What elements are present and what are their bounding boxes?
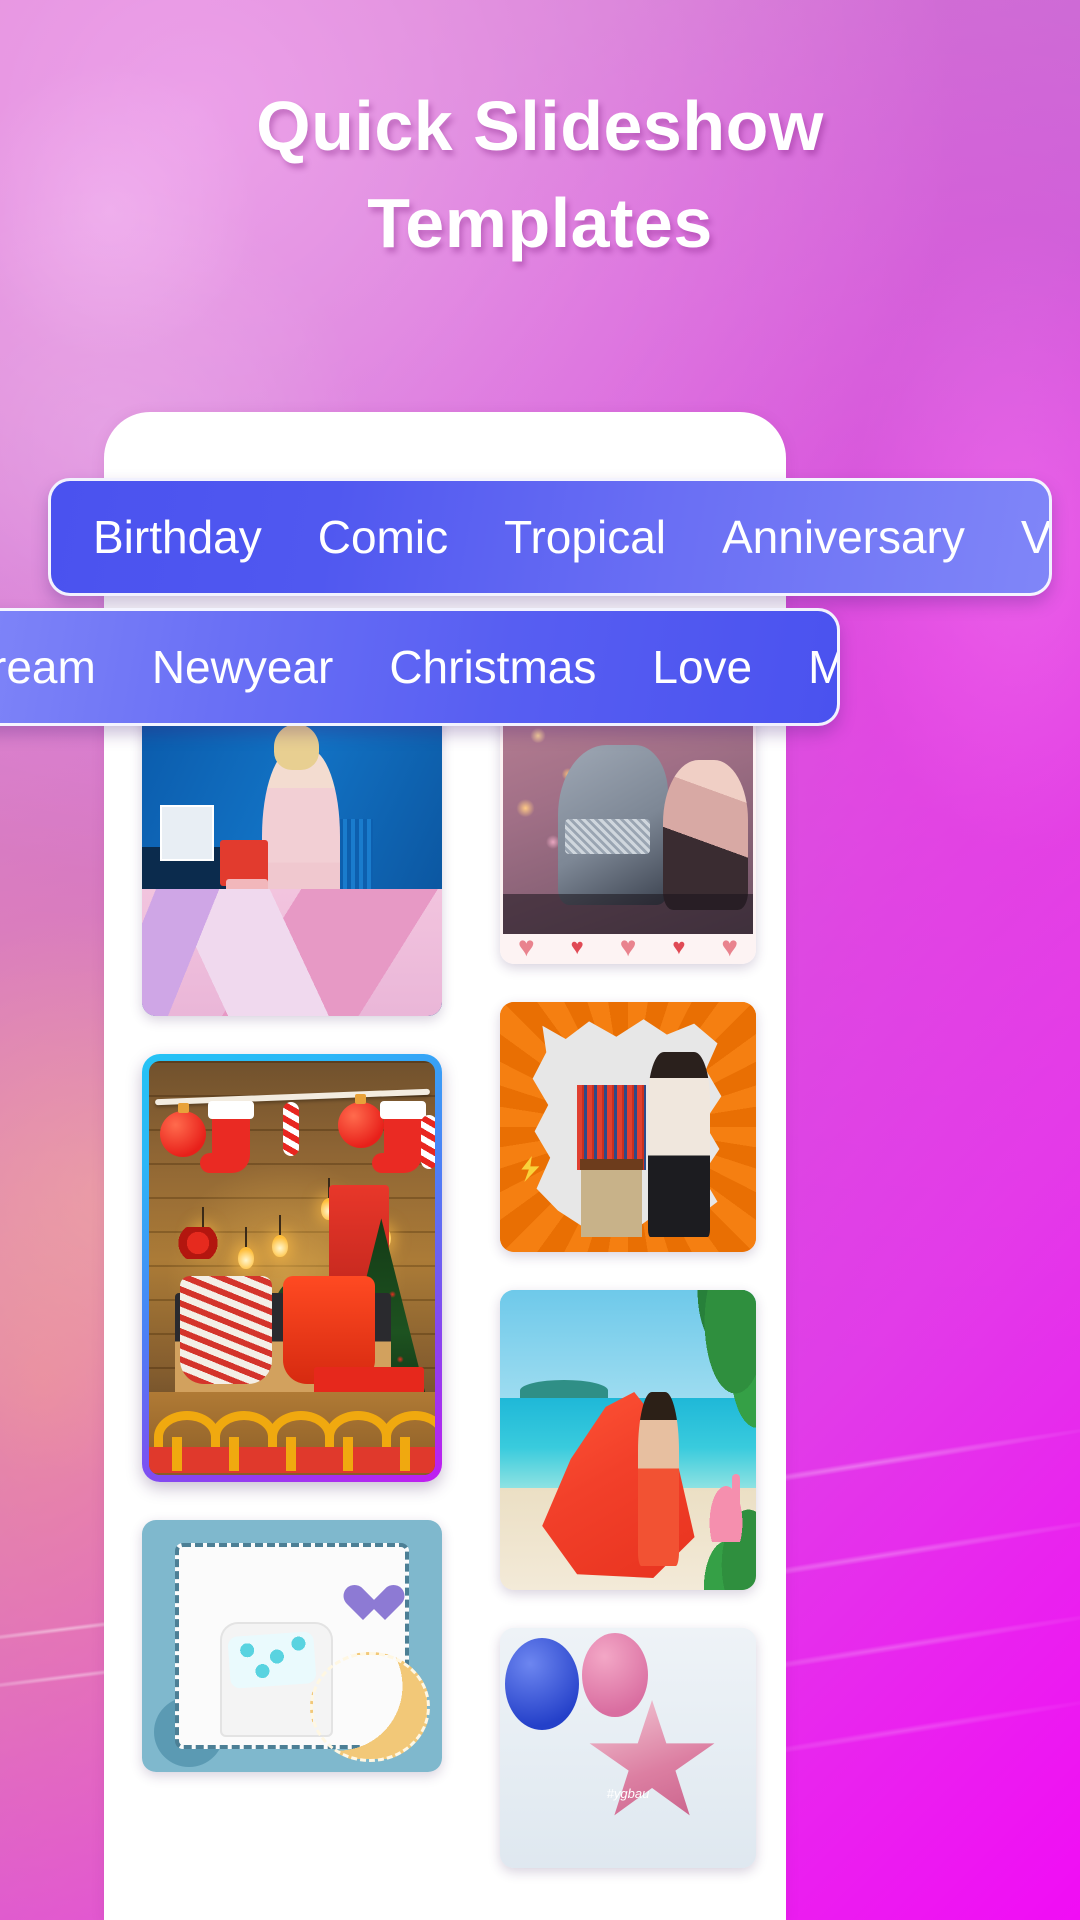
christmas-blanket-left — [180, 1276, 273, 1384]
tab-newyear[interactable]: Newyear — [124, 644, 362, 690]
christmas-stocking-icon — [371, 1100, 426, 1173]
magazine-picture-frame-icon — [160, 804, 214, 862]
love-person-left — [558, 745, 668, 905]
tab-love[interactable]: Love — [624, 644, 780, 690]
templates-column-left — [142, 664, 442, 1810]
tab-birthday[interactable]: Birthday — [65, 514, 290, 560]
palm-leaf-icon — [648, 1290, 756, 1434]
comic-plaid-shirt — [576, 1085, 646, 1171]
christmas-thumbnail — [149, 1061, 435, 1475]
tab-dream[interactable]: ream — [0, 644, 124, 690]
tab-magazine[interactable]: Magazine — [780, 644, 837, 690]
heart-icon: ♥ — [619, 931, 637, 962]
page-title: Quick Slideshow Templates — [0, 78, 1080, 272]
christmas-bow-icon — [149, 1411, 220, 1473]
love-person-right — [663, 759, 748, 910]
tab-comic[interactable]: Comic — [290, 514, 476, 560]
anniversary-pillow — [227, 1631, 317, 1689]
birthday-balloon-text: #ygbau — [606, 1786, 650, 1802]
christmas-stocking-icon — [199, 1100, 254, 1173]
heart-icon: ♥ — [721, 931, 738, 962]
tab-valentine[interactable]: Vale — [993, 514, 1049, 560]
heart-icon: ♥ — [570, 934, 584, 959]
christmas-candycane-icon — [420, 1114, 435, 1169]
category-tab-row-2[interactable]: ream Newyear Christmas Love Magazine — [0, 608, 840, 726]
christmas-bow-icon — [376, 1411, 435, 1473]
magazine-polygon-overlay — [142, 889, 442, 1016]
template-card-birthday[interactable]: #ygbau — [500, 1628, 756, 1868]
tab-tropical[interactable]: Tropical — [476, 514, 694, 560]
christmas-bow-icon — [204, 1411, 277, 1473]
template-card-comic[interactable] — [500, 1002, 756, 1252]
anniversary-heart-icon — [352, 1586, 394, 1626]
comic-person-right — [648, 1052, 710, 1237]
page-title-line-1: Quick Slideshow — [256, 87, 824, 165]
templates-column-right: ♥ ♥ ♥ ♥ ♥ ♥ ♥ ♥ ♥ ♥ — [500, 664, 756, 1906]
heart-icon: ♥ — [518, 931, 535, 962]
comic-belt — [579, 1159, 644, 1171]
christmas-bauble-icon — [337, 1094, 384, 1149]
tropical-thumbnail — [500, 1290, 756, 1590]
love-photo-shadow-strip — [503, 894, 753, 934]
balloon-icon — [581, 1632, 648, 1717]
category-tab-row-1[interactable]: Birthday Comic Tropical Anniversary Vale — [48, 478, 1052, 596]
christmas-poinsettia-icon — [174, 1226, 221, 1259]
templates-grid: ♥ ♥ ♥ ♥ ♥ ♥ ♥ ♥ ♥ ♥ — [104, 648, 786, 1920]
comic-person-left — [576, 1052, 646, 1237]
anniversary-thumbnail — [142, 1520, 442, 1772]
christmas-bow-icon — [261, 1411, 334, 1473]
template-card-anniversary[interactable] — [142, 1520, 442, 1772]
magazine-model-hair — [274, 723, 319, 770]
template-card-christmas[interactable] — [142, 1054, 442, 1482]
christmas-bow-strip — [149, 1392, 435, 1475]
page-title-line-2: Templates — [367, 184, 713, 262]
anniversary-moon-icon — [310, 1651, 430, 1762]
comic-thumbnail — [500, 1002, 756, 1252]
christmas-lightbulb-icon — [271, 1214, 288, 1257]
birthday-thumbnail: #ygbau — [500, 1628, 756, 1868]
flamingo-icon — [705, 1474, 746, 1542]
love-heart-row-bottom: ♥ ♥ ♥ ♥ ♥ — [500, 931, 756, 962]
heart-icon: ♥ — [672, 934, 686, 959]
tab-christmas[interactable]: Christmas — [361, 644, 624, 690]
comic-pants — [580, 1170, 642, 1237]
christmas-bow-icon — [319, 1411, 392, 1473]
christmas-candycane-icon — [283, 1102, 300, 1157]
template-card-tropical[interactable] — [500, 1290, 756, 1590]
christmas-lightbulb-icon — [237, 1227, 254, 1270]
tab-anniversary[interactable]: Anniversary — [694, 514, 993, 560]
balloon-icon — [505, 1637, 580, 1730]
christmas-bauble-icon — [160, 1102, 207, 1157]
